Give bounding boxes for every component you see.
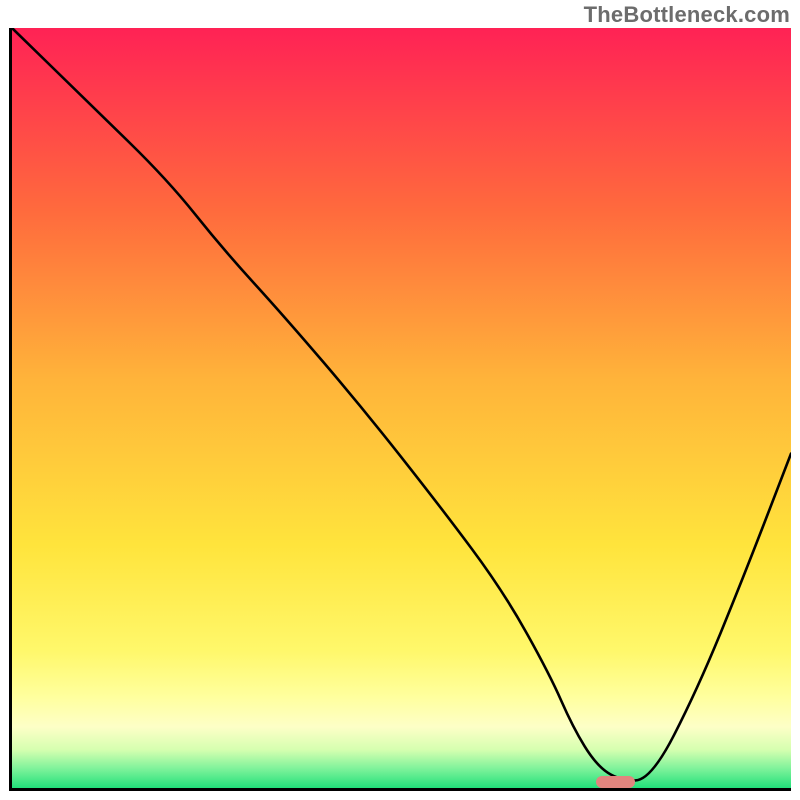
bottleneck-chart: TheBottleneck.com [0, 0, 800, 800]
optimal-marker [596, 776, 635, 788]
curve-path [12, 28, 791, 780]
watermark-text: TheBottleneck.com [584, 2, 790, 28]
plot-area [9, 28, 791, 791]
bottleneck-curve [12, 28, 791, 788]
